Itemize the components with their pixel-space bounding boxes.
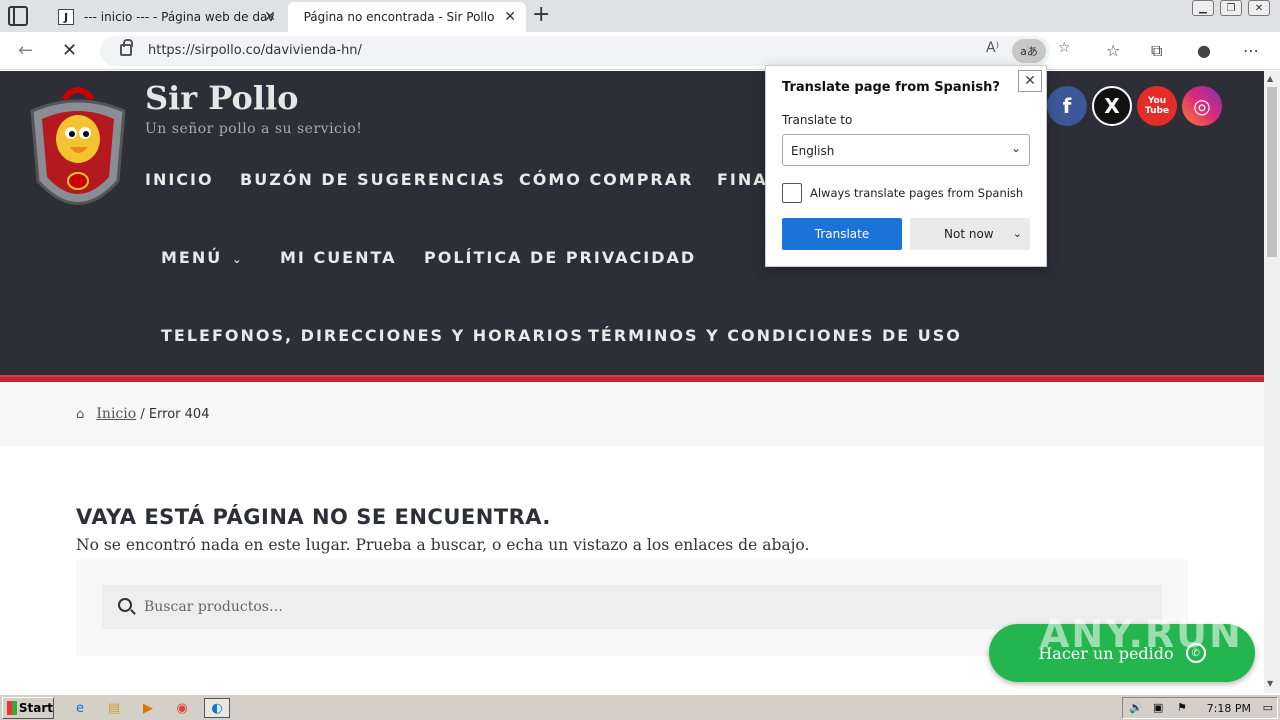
flag-icon[interactable]: ⚑ bbox=[1177, 701, 1187, 714]
menu-buzon-de-sugerencias[interactable]: BUZÓN DE SUGERENCIAS bbox=[240, 170, 506, 189]
close-tab-icon[interactable]: ✕ bbox=[264, 9, 276, 25]
always-translate-checkbox[interactable] bbox=[782, 183, 802, 203]
breadcrumb-bar: ⌂ Inicio / Error 404 bbox=[0, 382, 1264, 446]
read-aloud-icon[interactable]: A⁾ bbox=[986, 40, 999, 56]
header-accent-line bbox=[0, 375, 1264, 382]
instagram-icon[interactable]: ◎ bbox=[1182, 86, 1222, 126]
restore-icon[interactable]: ❐ bbox=[1220, 0, 1242, 16]
browser-tab-strip: J --- inicio --- - Página web de dav ✕ P… bbox=[0, 0, 1280, 32]
translate-popup: Translate page from Spanish? ✕ Translate… bbox=[765, 65, 1047, 267]
menu-mi-cuenta[interactable]: MI CUENTA bbox=[280, 248, 397, 267]
language-select-value: English bbox=[791, 144, 835, 158]
breadcrumb: ⌂ Inicio / Error 404 bbox=[76, 406, 209, 422]
error-text: No se encontró nada en este lugar. Prueb… bbox=[76, 536, 810, 554]
search-icon bbox=[118, 598, 132, 612]
start-button[interactable]: Start bbox=[2, 697, 54, 719]
menu-como-comprar[interactable]: CÓMO COMPRAR bbox=[519, 170, 693, 189]
error-title: VAYA ESTÁ PÁGINA NO SE ENCUENTRA. bbox=[76, 505, 551, 529]
translate-button[interactable]: Translate bbox=[782, 218, 902, 250]
menu-menu-label: MENÚ bbox=[161, 248, 223, 267]
windows-logo-icon bbox=[7, 701, 17, 715]
lock-icon[interactable] bbox=[120, 39, 133, 56]
tab-actions-icon[interactable] bbox=[8, 6, 28, 26]
translate-popup-title: Translate page from Spanish? bbox=[782, 80, 1000, 95]
edge-icon[interactable]: ◐ bbox=[204, 698, 230, 718]
youtube-icon[interactable]: You Tube bbox=[1137, 86, 1177, 126]
favorites-icon[interactable]: ☆ bbox=[1106, 41, 1120, 60]
volume-icon[interactable]: 🔊 bbox=[1129, 701, 1143, 714]
back-icon[interactable]: ← bbox=[18, 40, 33, 61]
not-now-label: Not now bbox=[944, 227, 994, 241]
menu-politica-de-privacidad[interactable]: POLÍTICA DE PRIVACIDAD bbox=[424, 248, 696, 267]
more-icon[interactable]: ⋯ bbox=[1243, 41, 1259, 60]
internet-explorer-icon[interactable]: e bbox=[70, 698, 90, 718]
system-tray: 🔊 ▣ ⚑ 7:18 PM ▭ bbox=[1122, 697, 1278, 719]
translate-to-label: Translate to bbox=[782, 113, 853, 127]
language-select[interactable]: English ⌄ bbox=[782, 134, 1030, 166]
home-icon: ⌂ bbox=[76, 407, 85, 422]
menu-inicio[interactable]: INICIO bbox=[145, 170, 214, 189]
window-controls: ▁ ❐ ✕ bbox=[1192, 0, 1270, 16]
start-label: Start bbox=[18, 701, 53, 715]
profile-icon[interactable]: ● bbox=[1197, 41, 1211, 60]
site-title[interactable]: Sir Pollo bbox=[145, 79, 298, 117]
translate-icon[interactable]: aあ bbox=[1012, 39, 1046, 63]
chrome-icon[interactable]: ◉ bbox=[172, 698, 192, 718]
menu-terminos[interactable]: TÉRMINOS Y CONDICIONES DE USO bbox=[588, 326, 962, 345]
tab-inicio[interactable]: J --- inicio --- - Página web de dav ✕ bbox=[48, 2, 286, 32]
scroll-thumb[interactable] bbox=[1267, 87, 1277, 257]
add-favorite-icon[interactable]: ☆ bbox=[1058, 40, 1071, 56]
close-icon[interactable]: ✕ bbox=[1018, 70, 1042, 92]
close-tab-icon[interactable]: ✕ bbox=[504, 9, 516, 25]
taskbar: Start e ▤ ▶ ◉ ◐ 🔊 ▣ ⚑ 7:18 PM ▭ bbox=[0, 694, 1280, 720]
show-desktop-icon[interactable]: ▭ bbox=[1263, 701, 1273, 714]
chevron-down-icon: ⌄ bbox=[232, 253, 244, 266]
search-input[interactable] bbox=[144, 585, 1144, 629]
menu-telefonos[interactable]: TELEFONOS, DIRECCIONES Y HORARIOS bbox=[161, 326, 584, 345]
minimize-icon[interactable]: ▁ bbox=[1192, 0, 1214, 16]
always-translate-label[interactable]: Always translate pages from Spanish bbox=[810, 186, 1023, 200]
breadcrumb-home-link[interactable]: Inicio bbox=[96, 406, 136, 422]
menu-fina[interactable]: FINA bbox=[717, 170, 768, 189]
chevron-down-icon[interactable]: ⌄ bbox=[1013, 227, 1022, 240]
facebook-icon[interactable]: f bbox=[1047, 86, 1087, 126]
collections-icon[interactable]: ⧉ bbox=[1151, 41, 1162, 61]
address-bar: ← ✕ https://sirpollo.co/davivienda-hn/ A… bbox=[0, 32, 1280, 70]
menu-menu[interactable]: MENÚ ⌄ bbox=[161, 248, 243, 267]
site-tagline: Un señor pollo a su servicio! bbox=[145, 121, 363, 137]
sir-pollo-logo[interactable] bbox=[26, 81, 130, 221]
anyrun-watermark: ANY.RUN bbox=[1040, 612, 1243, 656]
network-icon[interactable]: ▣ bbox=[1153, 701, 1163, 714]
tab-title: Página no encontrada - Sir Pollo bbox=[303, 10, 495, 24]
media-player-icon[interactable]: ▶ bbox=[138, 698, 158, 718]
clock[interactable]: 7:18 PM bbox=[1207, 702, 1251, 715]
tab-favicon: J bbox=[58, 9, 74, 25]
x-icon[interactable]: X bbox=[1092, 86, 1132, 126]
omnibox[interactable]: https://sirpollo.co/davivienda-hn/ A⁾ aあ… bbox=[100, 36, 1071, 66]
tab-active[interactable]: Página no encontrada - Sir Pollo ✕ bbox=[288, 2, 526, 32]
not-now-button[interactable]: Not now ⌄ bbox=[910, 218, 1030, 250]
breadcrumb-current: / Error 404 bbox=[140, 407, 210, 422]
page-scrollbar[interactable]: ▲ ▼ bbox=[1264, 71, 1280, 693]
stop-icon[interactable]: ✕ bbox=[62, 40, 77, 61]
url-text[interactable]: https://sirpollo.co/davivienda-hn/ bbox=[148, 43, 362, 58]
close-window-icon[interactable]: ✕ bbox=[1248, 0, 1270, 16]
new-tab-icon[interactable]: + bbox=[532, 2, 550, 28]
product-search[interactable] bbox=[102, 585, 1162, 629]
scroll-down-icon[interactable]: ▼ bbox=[1267, 679, 1273, 688]
chevron-down-icon: ⌄ bbox=[1010, 141, 1021, 155]
file-explorer-icon[interactable]: ▤ bbox=[104, 698, 124, 718]
site-header: Sir Pollo Un señor pollo a su servicio! … bbox=[0, 71, 1264, 375]
scroll-up-icon[interactable]: ▲ bbox=[1267, 74, 1273, 83]
tab-title: --- inicio --- - Página web de dav bbox=[84, 10, 275, 24]
